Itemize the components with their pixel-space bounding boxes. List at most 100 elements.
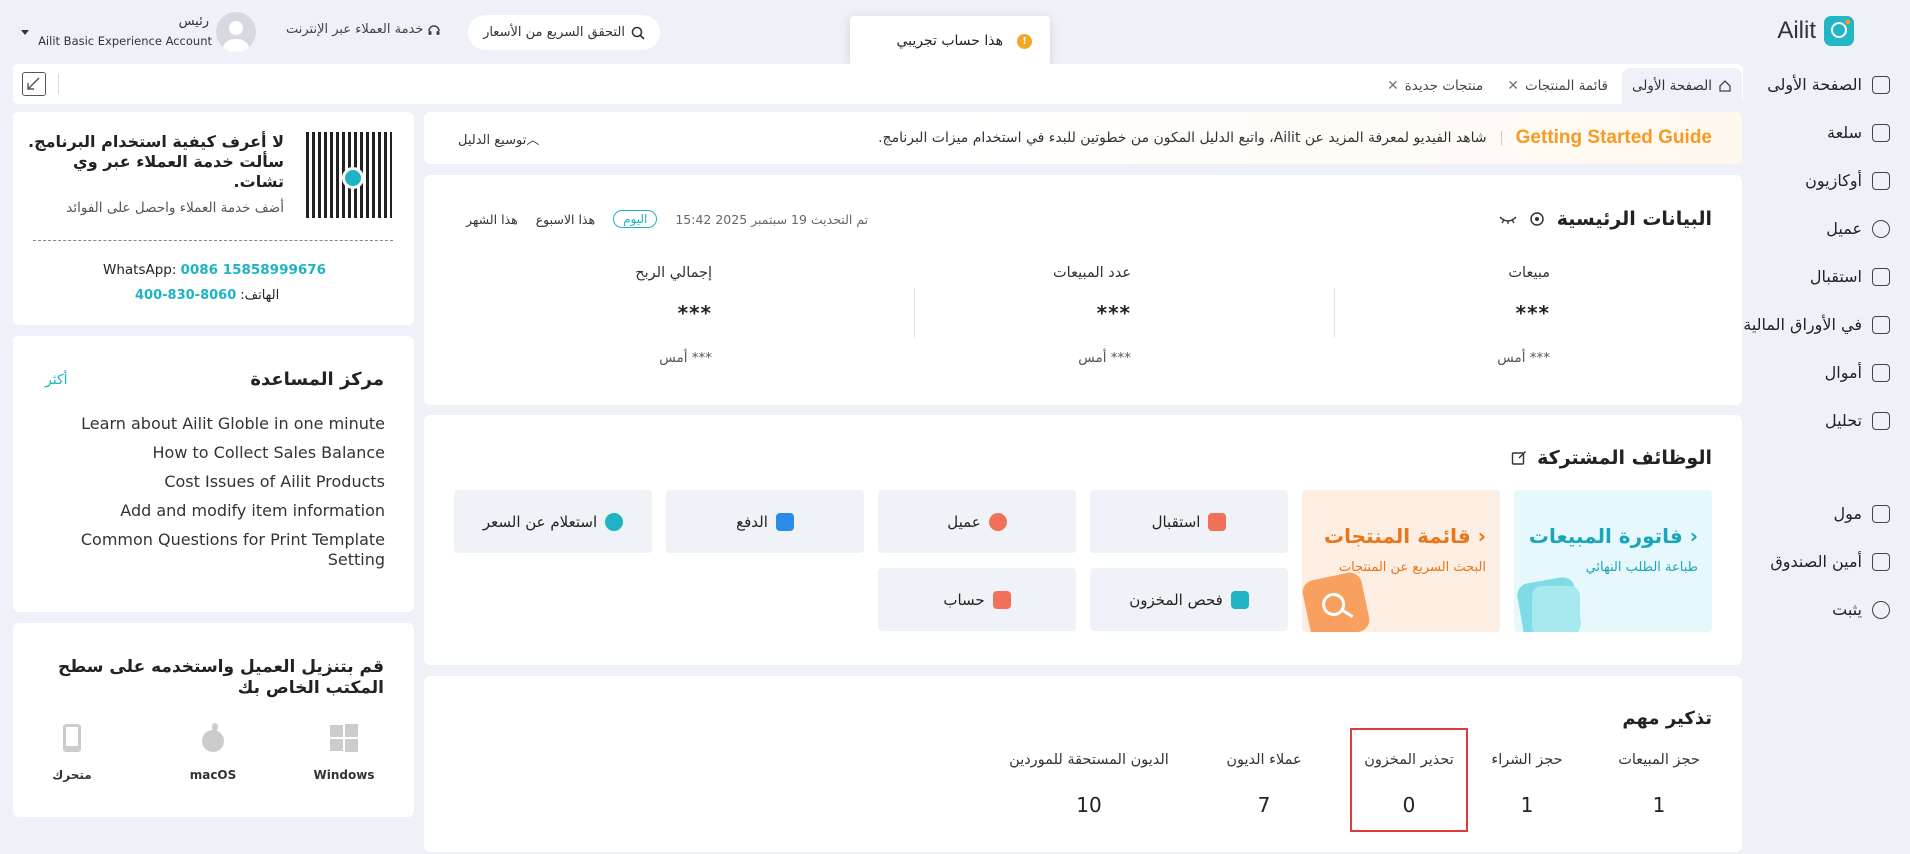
- online-service-button[interactable]: خدمة العملاء عبر الإنترنت: [286, 22, 441, 37]
- settings-icon[interactable]: [1529, 211, 1545, 227]
- reminder-debt-customers-value[interactable]: 7: [1204, 793, 1324, 817]
- avatar[interactable]: [216, 12, 256, 52]
- funds-icon: [1872, 363, 1890, 382]
- sidebar-item-goods[interactable]: سلعة: [1720, 123, 1890, 142]
- service-line: تشات.: [233, 172, 284, 191]
- filter-today[interactable]: اليوم: [613, 210, 658, 228]
- tile-product-list[interactable]: قائمة المنتجات › البحث السريع عن المنتجا…: [1302, 490, 1500, 632]
- stock-icon: [1872, 315, 1890, 334]
- wechat-icon: [342, 167, 364, 189]
- function-price-query-button[interactable]: استعلام عن السعر: [454, 490, 652, 553]
- help-link[interactable]: Cost Issues of Ailit Products: [65, 472, 385, 491]
- inventory-icon: [1230, 590, 1249, 609]
- metric-profit-yesterday: أمس ***: [659, 350, 712, 366]
- sidebar-item-sale[interactable]: أوكازيون: [1720, 171, 1890, 190]
- sidebar-item-inbound[interactable]: استقبال: [1720, 267, 1890, 286]
- online-service-label: خدمة العملاء عبر الإنترنت: [286, 22, 424, 37]
- tile-sales-invoice-title: فاتورة المبيعات ›: [1528, 524, 1698, 548]
- sidebar-item-label: عميل: [1826, 219, 1862, 238]
- phone-value[interactable]: 400-830-8060: [135, 288, 236, 303]
- whatsapp-row: WhatsApp: 0086 15858999676: [103, 262, 326, 278]
- function-account-button[interactable]: حساب: [878, 568, 1076, 631]
- help-link[interactable]: Common Questions for Print Template Sett…: [65, 530, 385, 570]
- account-name[interactable]: Ailit Basic Experience Account: [34, 34, 212, 48]
- help-link[interactable]: Add and modify item information: [65, 501, 385, 520]
- metric-sales-label: مبيعات: [1508, 265, 1550, 281]
- filter-this-week[interactable]: هذا الاسبوع: [536, 212, 595, 227]
- service-line: لا أعرف كيفية استخدام البرنامج.: [28, 132, 284, 151]
- eye-hidden-icon[interactable]: [1499, 213, 1517, 225]
- tab-label: منتجات جديدة: [1404, 78, 1484, 94]
- close-icon[interactable]: ✕: [1507, 78, 1519, 94]
- sidebar-item-customer[interactable]: عميل: [1720, 219, 1890, 238]
- download-windows-label[interactable]: Windows: [309, 768, 379, 782]
- caret-down-icon[interactable]: [21, 30, 29, 35]
- common-functions-header: الوظائف المشتركة: [1511, 447, 1712, 469]
- sidebar-item-label: مول: [1833, 504, 1862, 523]
- reminder-supplier-debts-label[interactable]: الديون المستحقة للموردين: [994, 752, 1184, 768]
- reminder-sales-booking-label[interactable]: حجز المبيعات: [1604, 752, 1714, 768]
- mobile-icon[interactable]: [61, 723, 83, 753]
- reminder-inventory-warning-label: تحذير المخزون: [1364, 752, 1454, 768]
- filter-this-month[interactable]: هذا الشهر: [466, 212, 518, 227]
- reminder-debt-customers-label[interactable]: عملاء الديون: [1204, 752, 1324, 768]
- price-check-label: التحقق السريع من الأسعار: [483, 25, 625, 40]
- whatsapp-value[interactable]: 0086 15858999676: [180, 262, 326, 278]
- tile-sales-invoice[interactable]: فاتورة المبيعات › طباعة الطلب النهائي: [1514, 490, 1712, 632]
- inventory-warning-highlight[interactable]: تحذير المخزون 0: [1350, 728, 1468, 832]
- sidebar-item-stock[interactable]: في الأوراق المالية: [1720, 315, 1890, 334]
- tab-new-products[interactable]: منتجات جديدة ✕: [1377, 68, 1493, 104]
- price-query-icon: [605, 512, 624, 531]
- sidebar-item-label: في الأوراق المالية: [1743, 315, 1862, 334]
- fullscreen-icon[interactable]: [22, 72, 46, 96]
- divider: [33, 240, 393, 241]
- help-link[interactable]: Learn about Ailit Globle in one minute: [65, 414, 385, 433]
- sidebar-item-label: الصفحة الأولى: [1767, 75, 1862, 94]
- function-customer-button[interactable]: عميل: [878, 490, 1076, 553]
- sidebar-item-label: يثبت: [1832, 600, 1862, 619]
- function-label: استقبال: [1151, 512, 1201, 531]
- app-logo[interactable]: Ailit: [1777, 16, 1854, 46]
- windows-icon[interactable]: [329, 723, 359, 753]
- function-inbound-button[interactable]: استقبال: [1090, 490, 1288, 553]
- download-macos-label[interactable]: macOS: [178, 768, 248, 782]
- guide-expand-button[interactable]: ︿توسيع الدليل: [458, 129, 539, 148]
- reminders-title: تذكير مهم: [1622, 708, 1712, 729]
- tab-product-list[interactable]: قائمة المنتجات ✕: [1497, 68, 1618, 104]
- user-icon: [1872, 219, 1890, 238]
- sidebar-item-settings[interactable]: يثبت: [1720, 600, 1890, 619]
- reminders-card: تذكير مهم حجز المبيعات 1 حجز الشراء 1 تح…: [424, 676, 1742, 852]
- price-check-button[interactable]: التحقق السريع من الأسعار: [468, 15, 660, 50]
- tab-strip: الصفحة الأولى قائمة المنتجات ✕ منتجات جد…: [1377, 68, 1742, 104]
- reminder-purchase-booking-label[interactable]: حجز الشراء: [1472, 752, 1582, 768]
- sidebar-item-cashier[interactable]: أمين الصندوق: [1720, 552, 1890, 571]
- reminder-purchase-booking-value[interactable]: 1: [1472, 793, 1582, 817]
- divider: [1334, 288, 1335, 338]
- help-link[interactable]: How to Collect Sales Balance: [65, 443, 385, 462]
- reminder-supplier-debts-value[interactable]: 10: [994, 793, 1184, 817]
- sidebar-item-analysis[interactable]: تحليل: [1720, 411, 1890, 430]
- tile-product-list-title: قائمة المنتجات ›: [1324, 524, 1486, 548]
- function-label: حساب: [943, 590, 985, 609]
- sale-icon: [1872, 171, 1890, 190]
- reminder-sales-booking-value[interactable]: 1: [1604, 793, 1714, 817]
- sidebar-item-mall[interactable]: مول: [1720, 504, 1890, 523]
- metric-profit-label: إجمالي الربح: [635, 265, 712, 281]
- sidebar-item-label: أموال: [1824, 363, 1862, 382]
- chevron-up-icon: ︿: [526, 132, 540, 148]
- sidebar-item-funds[interactable]: أموال: [1720, 363, 1890, 382]
- settings-icon: [1872, 600, 1890, 619]
- download-mobile-label[interactable]: متحرك: [37, 768, 107, 782]
- close-icon[interactable]: ✕: [1387, 78, 1399, 94]
- tile-sales-invoice-sub: طباعة الطلب النهائي: [1585, 560, 1698, 575]
- function-payment-button[interactable]: الدفع: [666, 490, 864, 553]
- getting-started-banner: Getting Started Guide شاهد الفيديو لمعرف…: [424, 112, 1742, 164]
- sidebar-item-label: سلعة: [1827, 123, 1862, 142]
- function-inventory-check-button[interactable]: فحص المخزون: [1090, 568, 1288, 631]
- apple-icon[interactable]: [199, 723, 227, 753]
- function-label: الدفع: [736, 512, 768, 531]
- sidebar-item-home[interactable]: الصفحة الأولى: [1720, 75, 1890, 94]
- help-center-more-link[interactable]: أكثر: [45, 372, 68, 388]
- edit-icon[interactable]: [1511, 450, 1527, 466]
- tab-home[interactable]: الصفحة الأولى: [1622, 68, 1742, 104]
